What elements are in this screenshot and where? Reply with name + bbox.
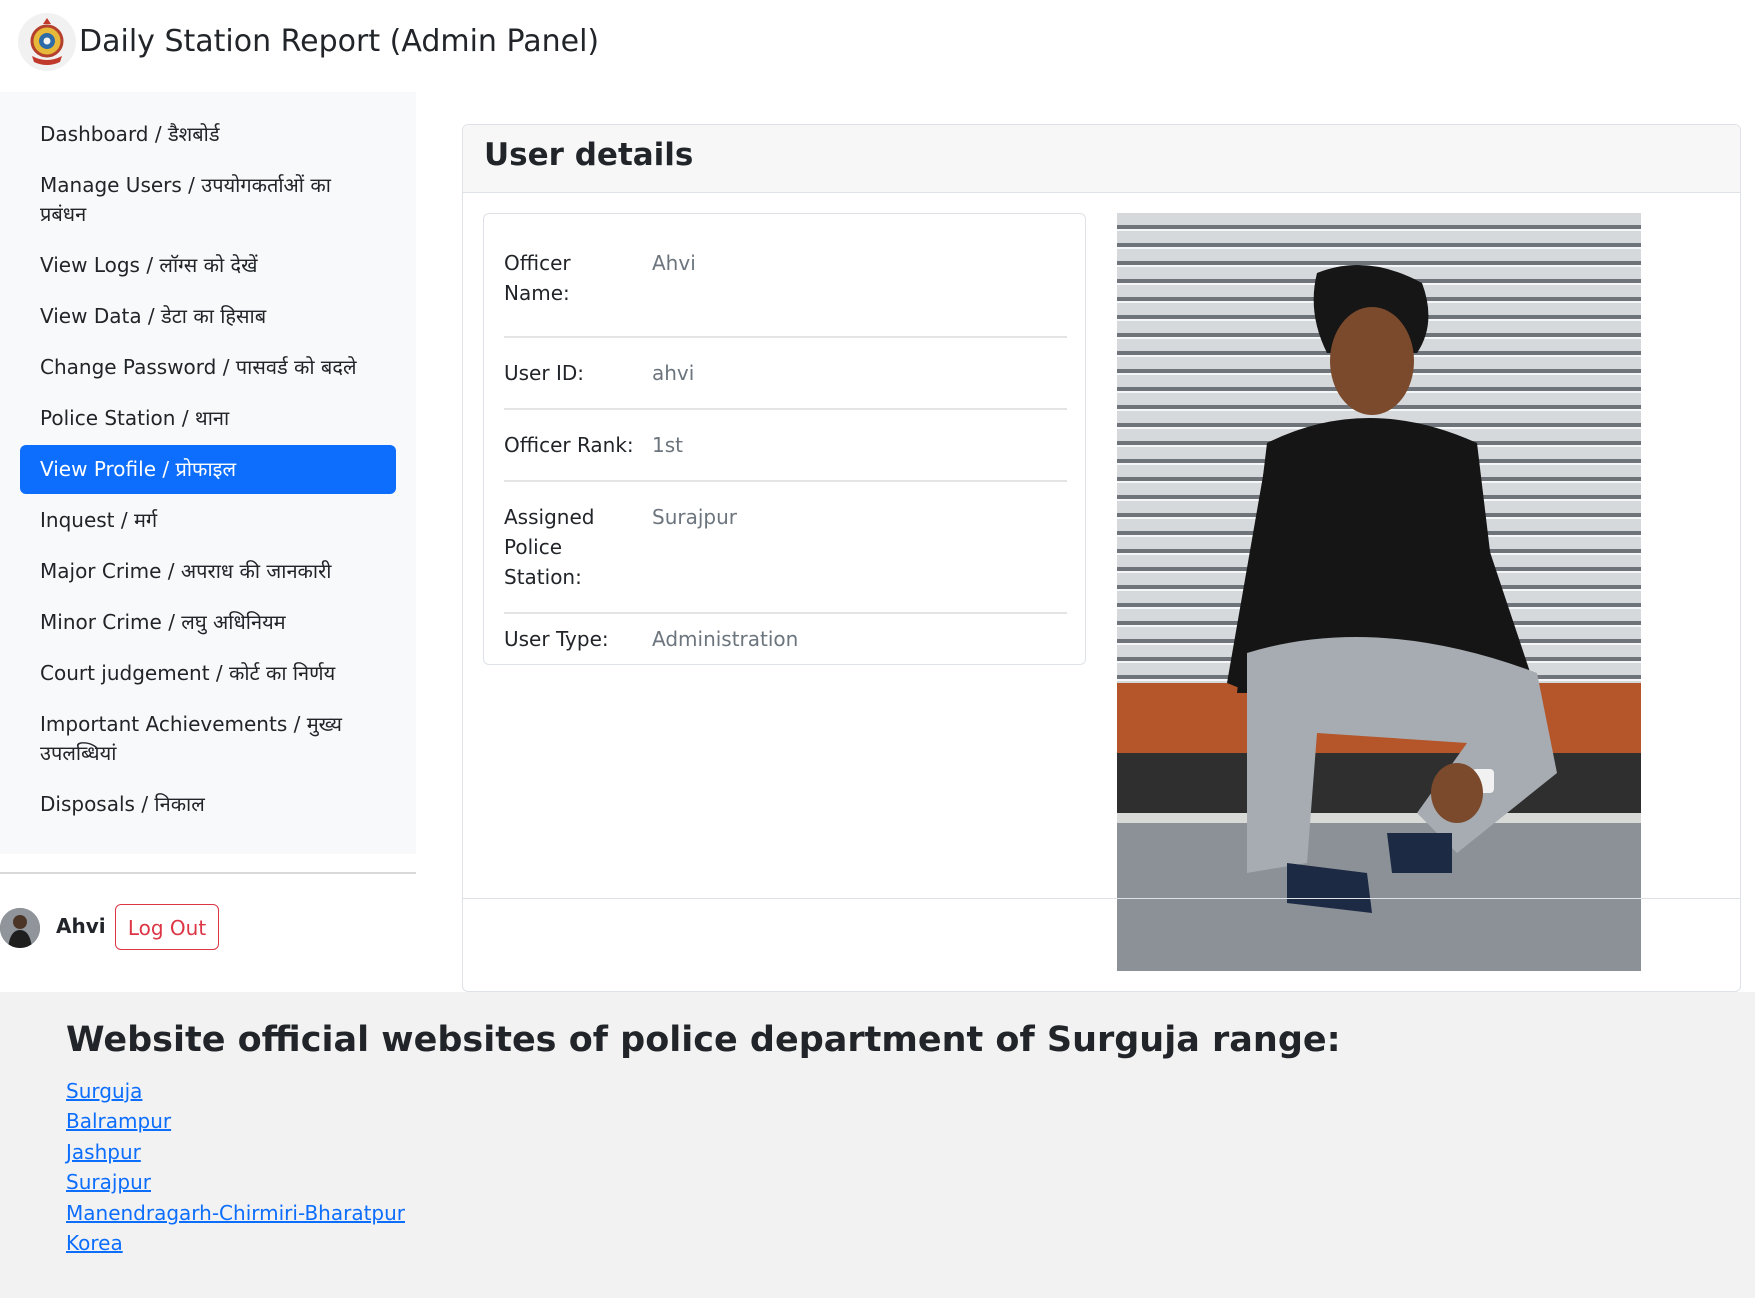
avatar[interactable] (0, 908, 40, 948)
detail-value: 1st (652, 433, 683, 457)
footer-link-balrampur[interactable]: Balrampur (66, 1109, 171, 1133)
sidebar-item-inquest[interactable]: Inquest / मर्ग (20, 496, 396, 545)
sidebar-item-dashboard[interactable]: Dashboard / डैशबोर्ड (20, 110, 396, 159)
detail-label: User ID: (504, 361, 584, 385)
detail-row-user-id: User ID: ahvi (504, 338, 1067, 410)
footer-link-surguja[interactable]: Surguja (66, 1079, 142, 1103)
sidebar-item-view-profile[interactable]: View Profile / प्रोफाइल (20, 445, 396, 494)
detail-row-user-type: User Type: Administration (504, 614, 1067, 666)
detail-value: Surajpur (652, 505, 737, 529)
sidebar-item-police-station[interactable]: Police Station / थाना (20, 394, 396, 443)
detail-label: User Type: (504, 627, 609, 651)
site-footer: Website official websites of police depa… (0, 992, 1755, 1298)
footer-link-jashpur[interactable]: Jashpur (66, 1140, 141, 1164)
detail-value: Ahvi (652, 251, 696, 275)
sidebar-nav: Dashboard / डैशबोर्ड Manage Users / उपयो… (20, 110, 396, 831)
police-badge-logo (18, 12, 76, 72)
card-title: User details (484, 137, 694, 173)
sidebar-item-manage-users[interactable]: Manage Users / उपयोगकर्ताओं का प्रबंधन (20, 161, 396, 239)
sidebar-item-view-logs[interactable]: View Logs / लॉग्स को देखें (20, 241, 396, 290)
footer-link-surajpur[interactable]: Surajpur (66, 1170, 151, 1194)
details-list: Officer Name: Ahvi User ID: ahvi Officer… (483, 213, 1086, 665)
detail-row-officer-rank: Officer Rank: 1st (504, 410, 1067, 482)
footer-title: Website official websites of police depa… (66, 1020, 1341, 1060)
detail-row-assigned-police-station: Assigned Police Station: Surajpur (504, 482, 1067, 614)
detail-row-officer-name: Officer Name: Ahvi (504, 234, 1067, 338)
sidebar-item-minor-crime[interactable]: Minor Crime / लघु अधिनियम (20, 598, 396, 647)
sidebar-item-disposals[interactable]: Disposals / निकाल (20, 780, 396, 829)
sidebar-item-important-achievements[interactable]: Important Achievements / मुख्य उपलब्धिया… (20, 700, 396, 778)
footer-links: Surguja Balrampur Jashpur Surajpur Manen… (66, 1076, 405, 1258)
detail-value: Administration (652, 627, 799, 651)
app-title: Daily Station Report (Admin Panel) (79, 24, 600, 59)
profile-photo (1117, 213, 1641, 971)
sidebar-divider (0, 872, 416, 874)
footer-link-manendragarh[interactable]: Manendragarh-Chirmiri-Bharatpur (66, 1201, 405, 1225)
logout-button[interactable]: Log Out (115, 904, 219, 950)
detail-label: Officer Rank: (504, 433, 634, 457)
card-footer-divider (463, 898, 1740, 899)
app-header: Daily Station Report (Admin Panel) (0, 0, 1755, 92)
sidebar: Dashboard / डैशबोर्ड Manage Users / उपयो… (0, 92, 416, 854)
sidebar-item-view-data[interactable]: View Data / डेटा का हिसाब (20, 292, 396, 341)
user-name: Ahvi (56, 914, 106, 938)
detail-value: ahvi (652, 361, 695, 385)
user-details-card: User details Officer Name: Ahvi User ID:… (462, 124, 1741, 992)
footer-link-korea[interactable]: Korea (66, 1231, 123, 1255)
sidebar-item-court-judgement[interactable]: Court judgement / कोर्ट का निर्णय (20, 649, 396, 698)
card-header: User details (463, 125, 1740, 193)
sidebar-item-major-crime[interactable]: Major Crime / अपराध की जानकारी (20, 547, 396, 596)
detail-label: Officer Name: (504, 251, 571, 305)
sidebar-item-change-password[interactable]: Change Password / पासवर्ड को बदले (20, 343, 396, 392)
detail-label: Assigned Police Station: (504, 505, 595, 589)
